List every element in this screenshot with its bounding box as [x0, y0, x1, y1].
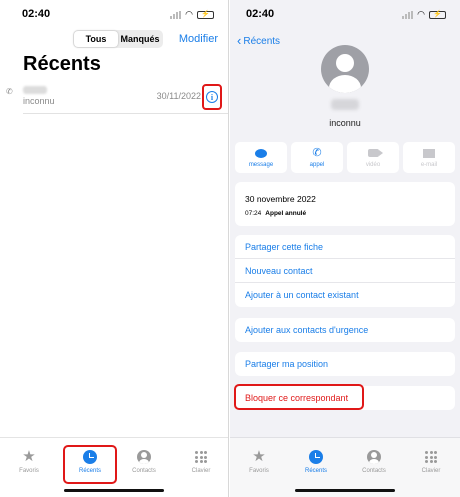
- star-icon: ★: [252, 448, 266, 465]
- share-location-card: Partager ma position: [235, 352, 455, 376]
- quick-actions: message ✆ appel vidéo e-mail: [235, 142, 455, 173]
- history-status: Appel annulé: [265, 210, 307, 217]
- divider: [23, 113, 228, 114]
- call-date: 30/11/2022: [156, 91, 201, 101]
- add-to-existing-button[interactable]: Ajouter à un contact existant: [235, 283, 455, 307]
- tab-label: Favoris: [19, 468, 39, 474]
- wifi-icon: ◠: [185, 9, 193, 19]
- tab-clavier[interactable]: Clavier: [177, 448, 225, 474]
- status-time: 02:40: [22, 8, 51, 20]
- tab-label: Récents: [304, 468, 327, 474]
- keypad-icon: [177, 448, 225, 466]
- avatar: [321, 45, 369, 93]
- email-button[interactable]: e-mail: [403, 142, 455, 173]
- action-label: message: [248, 162, 274, 168]
- tab-label: Contacts: [132, 468, 156, 474]
- recents-screen: 02:40 ◠ ⚡ Tous Manqués Modifier Récents …: [0, 0, 229, 497]
- home-indicator: [295, 489, 395, 492]
- tab-label: Clavier: [421, 468, 441, 474]
- status-bar: 02:40 ◠ ⚡: [0, 0, 228, 28]
- share-location-button[interactable]: Partager ma position: [235, 352, 455, 376]
- contact-actions-card: Partager cette fiche Nouveau contact Ajo…: [235, 235, 455, 307]
- edit-button[interactable]: Modifier: [179, 33, 218, 45]
- new-contact-button[interactable]: Nouveau contact: [235, 259, 455, 283]
- tab-contacts[interactable]: Contacts: [350, 448, 398, 474]
- back-button[interactable]: ‹ Récents: [237, 33, 280, 48]
- tab-contacts[interactable]: Contacts: [120, 448, 168, 474]
- caller-label: inconnu: [23, 96, 55, 106]
- tab-label: Favoris: [249, 468, 269, 474]
- tab-bar: ★ Favoris Récents Contacts Clavier: [230, 437, 460, 497]
- phone-icon: ✆: [312, 147, 322, 159]
- info-icon[interactable]: i: [206, 91, 218, 103]
- tab-label: Clavier: [191, 468, 211, 474]
- outgoing-call-icon: ✆: [6, 87, 13, 96]
- action-label: appel: [309, 162, 325, 168]
- battery-charging-icon: ⚡: [429, 10, 446, 19]
- tab-favoris[interactable]: ★ Favoris: [235, 448, 283, 474]
- list-item[interactable]: ✆ inconnu 30/11/2022 i: [0, 81, 228, 113]
- call-history-card: 30 novembre 2022 07:24 Appel annulé: [235, 182, 455, 226]
- back-label: Récents: [243, 36, 281, 47]
- keypad-icon: [407, 448, 455, 466]
- segment-missed[interactable]: Manqués: [118, 31, 162, 47]
- wifi-icon: ◠: [417, 9, 425, 19]
- clock-icon: [292, 448, 340, 466]
- contact-subtitle: inconnu: [329, 118, 361, 128]
- video-icon: [347, 146, 399, 160]
- stage: 02:40 ◠ ⚡ Tous Manqués Modifier Récents …: [0, 0, 460, 497]
- history-date: 30 novembre 2022: [245, 194, 316, 204]
- status-icons: ◠ ⚡: [402, 9, 446, 20]
- info-button-highlight[interactable]: i: [202, 84, 222, 110]
- home-indicator: [64, 489, 164, 492]
- chevron-left-icon: ‹: [237, 33, 242, 48]
- star-icon: ★: [22, 448, 36, 465]
- contact-info-screen: 02:40 ◠ ⚡ ‹ Récents inconnu message ✆ app…: [230, 0, 460, 497]
- action-label: vidéo: [365, 162, 381, 168]
- mail-icon: [403, 146, 455, 160]
- history-entry: 07:24 Appel annulé: [245, 210, 306, 217]
- page-title: Récents: [23, 53, 101, 75]
- history-time: 07:24: [245, 210, 262, 217]
- share-contact-button[interactable]: Partager cette fiche: [235, 235, 455, 259]
- tab-clavier[interactable]: Clavier: [407, 448, 455, 474]
- video-button[interactable]: vidéo: [347, 142, 399, 173]
- battery-charging-icon: ⚡: [197, 10, 214, 19]
- contact-name-redacted: [331, 99, 359, 110]
- status-bar: 02:40 ◠ ⚡: [230, 0, 460, 28]
- person-circle-icon: [120, 448, 168, 466]
- block-caller-highlight: [234, 384, 364, 410]
- message-bubble-icon: [235, 146, 287, 160]
- call-button[interactable]: ✆ appel: [291, 142, 343, 173]
- action-label: e-mail: [420, 162, 438, 168]
- tab-label: Contacts: [362, 468, 386, 474]
- segment-all[interactable]: Tous: [74, 31, 118, 47]
- recents-tab-highlight: [63, 445, 117, 484]
- add-emergency-contact-button[interactable]: Ajouter aux contacts d'urgence: [235, 318, 455, 342]
- filter-segmented-control: Tous Manqués: [73, 30, 163, 48]
- signal-icon: [170, 10, 182, 19]
- status-time: 02:40: [246, 8, 275, 20]
- message-button[interactable]: message: [235, 142, 287, 173]
- tab-recents[interactable]: Récents: [292, 448, 340, 474]
- emergency-card: Ajouter aux contacts d'urgence: [235, 318, 455, 342]
- person-circle-icon: [350, 448, 398, 466]
- status-icons: ◠ ⚡: [170, 9, 214, 20]
- signal-icon: [402, 10, 414, 19]
- caller-name-redacted: [23, 86, 47, 94]
- tab-favoris[interactable]: ★ Favoris: [5, 448, 53, 474]
